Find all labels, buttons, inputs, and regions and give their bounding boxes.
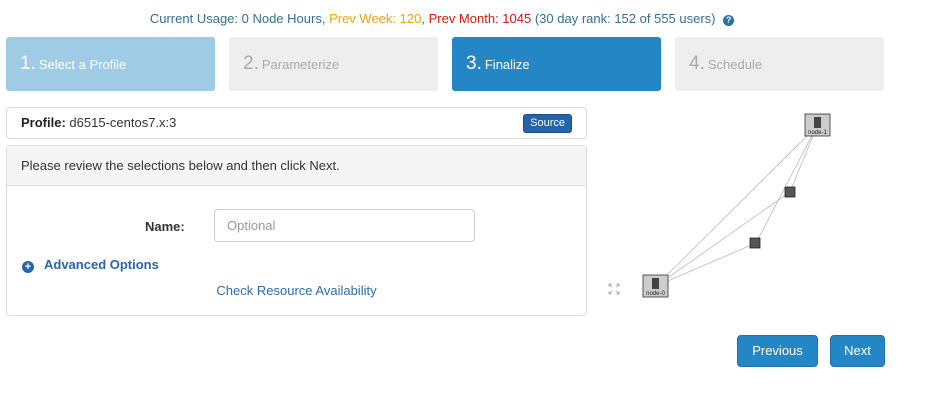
- help-icon[interactable]: ?: [723, 15, 735, 26]
- name-input[interactable]: [214, 209, 475, 242]
- link-line: [755, 125, 818, 244]
- expand-icon[interactable]: [608, 283, 620, 295]
- link-line: [655, 191, 791, 287]
- node-0[interactable]: node-0: [642, 274, 669, 298]
- usage-prev-week: Prev Week: 120: [329, 11, 422, 26]
- profile-bar: Profile: d6515-centos7.x:3 Source: [6, 107, 587, 139]
- node-1-label: node-1: [808, 130, 827, 136]
- usage-current: Current Usage: 0 Node Hours,: [149, 11, 326, 26]
- link-line: [655, 125, 818, 287]
- step-parameterize[interactable]: 2. Parameterize: [229, 37, 438, 91]
- source-button[interactable]: Source: [523, 114, 572, 133]
- usage-prev-month: Prev Month: 1045: [428, 11, 532, 26]
- step-finalize[interactable]: 3. Finalize: [452, 37, 661, 91]
- usage-rank: (30 day rank: 152 of 555 users): [534, 11, 716, 26]
- check-resource-link[interactable]: Check Resource Availability: [216, 283, 376, 298]
- lan-node[interactable]: [784, 186, 796, 198]
- lan-node[interactable]: [749, 237, 761, 249]
- topology-graph: node-1 node-0: [608, 113, 831, 298]
- profile-label: Profile:: [21, 115, 66, 130]
- step-select-profile[interactable]: 1. Select a Profile: [6, 37, 215, 91]
- node-1[interactable]: node-1: [804, 113, 831, 137]
- name-label: Name:: [145, 219, 185, 234]
- advanced-options-toggle[interactable]: + Advanced Options: [22, 257, 159, 273]
- topology-links: [655, 125, 818, 287]
- profile-value: d6515-centos7.x:3: [69, 115, 177, 130]
- plus-circle-icon: +: [22, 261, 34, 273]
- finalize-panel: Please review the selections below and t…: [6, 145, 587, 316]
- previous-button[interactable]: Previous: [737, 335, 818, 367]
- node-0-label: node-0: [646, 291, 665, 297]
- panel-heading: Please review the selections below and t…: [7, 146, 586, 186]
- link-line: [655, 242, 757, 287]
- usage-summary: Current Usage: 0 Node Hours, Prev Week: …: [0, 11, 884, 26]
- step-schedule[interactable]: 4. Schedule: [675, 37, 884, 91]
- next-button[interactable]: Next: [830, 335, 885, 367]
